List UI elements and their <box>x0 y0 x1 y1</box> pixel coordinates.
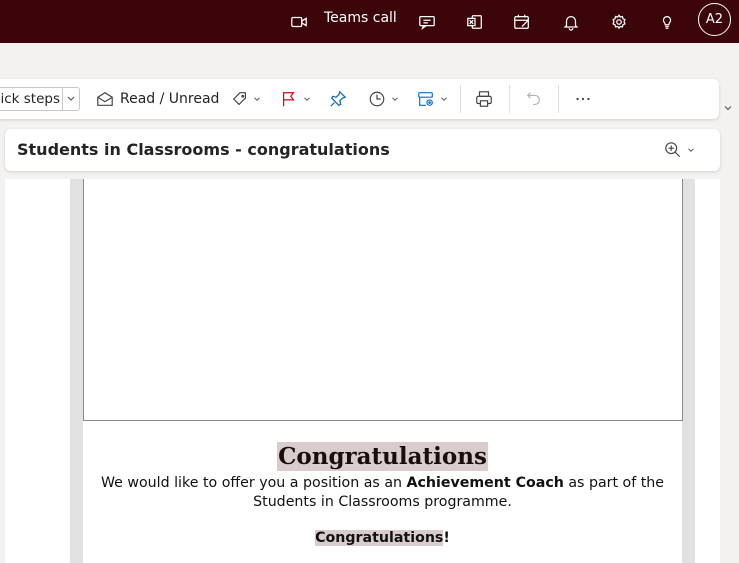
chevron-down-icon[interactable] <box>686 145 696 155</box>
pin-icon <box>330 90 347 107</box>
chevron-down-icon[interactable] <box>302 94 312 104</box>
bell-icon[interactable] <box>561 0 581 43</box>
chevron-down-icon[interactable] <box>252 94 262 104</box>
toolbar-divider <box>558 85 559 113</box>
flag-icon <box>282 92 295 107</box>
rules-icon <box>418 92 433 106</box>
body-text-before: We would like to offer you a position as… <box>100 475 407 491</box>
quick-steps-label: Quick steps <box>0 91 60 107</box>
message-subject: Students in Classrooms - congratulations <box>17 140 390 159</box>
ribbon-expand-chevron-icon[interactable] <box>722 102 734 114</box>
snooze-button[interactable] <box>368 79 400 119</box>
clock-icon <box>369 91 385 107</box>
gear-icon[interactable] <box>609 0 629 43</box>
lightbulb-icon[interactable] <box>657 0 677 43</box>
undo-button[interactable] <box>525 79 543 119</box>
email-body-paragraph: We would like to offer you a position as… <box>83 474 682 512</box>
avatar[interactable]: A2 <box>698 3 731 36</box>
top-header-bar: Teams call A2 <box>0 0 739 43</box>
envelope-open-icon <box>97 92 113 106</box>
email-image-placeholder <box>83 179 683 421</box>
categorize-button[interactable] <box>231 79 262 119</box>
chat-icon[interactable] <box>416 0 438 43</box>
email-heading: Congratulations <box>83 442 682 471</box>
read-unread-label: Read / Unread <box>120 91 220 107</box>
excel-icon[interactable] <box>465 0 485 43</box>
email-closing-punct: ! <box>443 530 450 546</box>
flag-button[interactable] <box>280 79 312 119</box>
email-body-content: Congratulations We would like to offer y… <box>83 421 682 563</box>
email-closing-text: Congratulations <box>315 530 444 546</box>
chevron-down-icon[interactable] <box>390 94 400 104</box>
zoom-button[interactable] <box>664 139 696 161</box>
rules-button[interactable] <box>417 79 449 119</box>
quick-steps-dropdown[interactable]: Quick steps <box>0 87 80 111</box>
more-icon <box>576 97 590 101</box>
print-icon <box>476 91 492 107</box>
video-icon[interactable] <box>289 0 309 43</box>
read-unread-button[interactable]: Read / Unread <box>96 79 219 119</box>
zoom-in-icon <box>665 142 681 158</box>
message-subject-bar: Students in Classrooms - congratulations <box>5 129 720 171</box>
calendar-check-icon[interactable] <box>512 0 532 43</box>
print-button[interactable] <box>475 79 493 119</box>
more-options-button[interactable] <box>574 79 592 119</box>
chevron-down-icon[interactable] <box>439 94 449 104</box>
toolbar-divider <box>460 85 461 113</box>
toolbar-divider <box>509 85 510 113</box>
body-text-role: Achievement Coach <box>406 475 564 491</box>
undo-icon <box>526 92 540 105</box>
email-closing: Congratulations! <box>83 530 682 546</box>
command-toolbar: Quick steps Read / Unread <box>0 79 719 119</box>
email-heading-text: Congratulations <box>277 442 488 471</box>
quick-steps-divider <box>62 88 63 110</box>
chevron-down-icon[interactable] <box>65 92 77 106</box>
pin-button[interactable] <box>329 79 347 119</box>
tag-icon <box>232 92 246 106</box>
teams-call-button[interactable]: Teams call <box>324 0 397 37</box>
